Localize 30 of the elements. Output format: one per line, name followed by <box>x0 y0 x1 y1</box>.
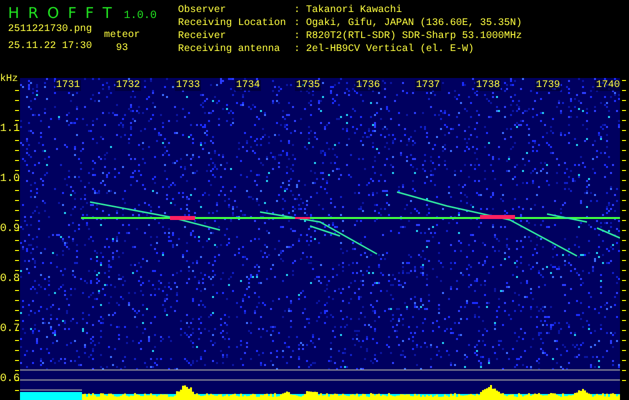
mode-label: meteor <box>104 30 140 41</box>
info-label: Observer <box>178 4 228 17</box>
time-label: 1740 <box>594 80 621 91</box>
app-version: 1.0.0 <box>124 10 157 22</box>
info-value: Ogaki, Gifu, JAPAN (136.60E, 35.35N) <box>306 17 522 30</box>
unit-label: kHz <box>0 74 18 85</box>
info-label: Receiving antenna <box>178 43 282 56</box>
time-label: 1732 <box>114 80 141 91</box>
frequency-label: 0.7 <box>0 323 20 335</box>
time-label: 1735 <box>294 80 321 91</box>
time-label: 1736 <box>354 80 381 91</box>
file-name: 2511221730.png <box>8 24 92 35</box>
separator-colon: : <box>294 30 302 43</box>
time-label: 1738 <box>474 80 501 91</box>
time-label: 1733 <box>174 80 201 91</box>
time-label: 1737 <box>414 80 441 91</box>
date-time: 25.11.22 17:30 <box>8 41 92 52</box>
time-label: 1731 <box>54 80 81 91</box>
separator-colon: : <box>294 17 302 30</box>
info-label: Receiving Location <box>178 17 288 30</box>
time-label: 1734 <box>234 80 261 91</box>
separator-colon: : <box>294 4 302 17</box>
time-label: 1739 <box>534 80 561 91</box>
info-value: R820T2(RTL-SDR) SDR-Sharp 53.1000MHz <box>306 30 522 43</box>
app-name: H R O F F T <box>8 4 114 22</box>
info-value: Takanori Kawachi <box>306 4 402 17</box>
separator-colon: : <box>294 43 302 56</box>
info-value: 2el-HB9CV Vertical (el. E-W) <box>306 43 474 56</box>
meteor-count: 93 <box>116 43 128 54</box>
info-label: Receiver <box>178 30 228 43</box>
